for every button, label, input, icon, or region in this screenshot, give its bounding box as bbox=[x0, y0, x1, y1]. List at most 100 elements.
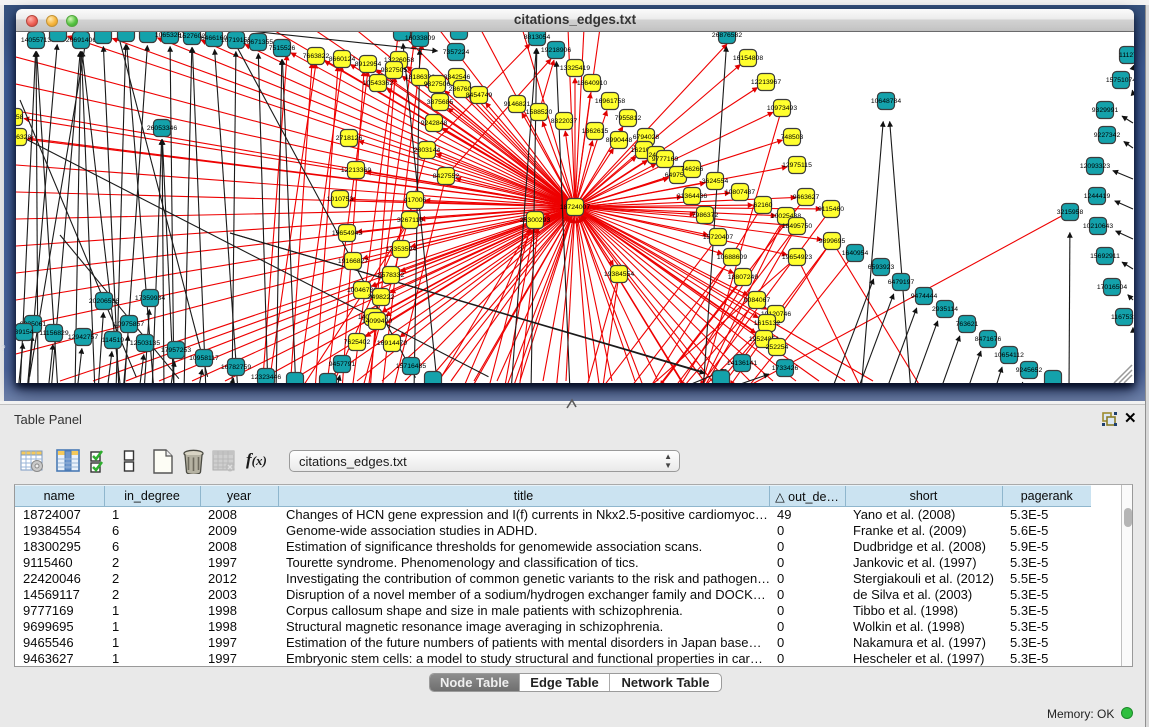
svg-text:12503135: 12503135 bbox=[130, 340, 160, 347]
svg-text:18640910: 18640910 bbox=[577, 80, 607, 87]
svg-text:18495750: 18495750 bbox=[782, 223, 812, 230]
svg-text:10648784: 10648784 bbox=[871, 98, 901, 105]
svg-text:746266: 746266 bbox=[681, 166, 704, 173]
svg-text:8427552: 8427552 bbox=[433, 173, 460, 180]
svg-text:9777169: 9777169 bbox=[652, 156, 679, 163]
svg-text:10543362: 10543362 bbox=[363, 80, 393, 87]
svg-text:9115460: 9115460 bbox=[818, 206, 844, 213]
svg-text:15720407: 15720407 bbox=[703, 234, 733, 241]
svg-text:10210643: 10210643 bbox=[1083, 223, 1113, 230]
svg-text:3624554: 3624554 bbox=[702, 178, 729, 185]
svg-text:252254: 252254 bbox=[766, 344, 789, 351]
svg-text:15716485: 15716485 bbox=[396, 363, 426, 370]
svg-text:12942757: 12942757 bbox=[68, 334, 98, 341]
svg-text:15751074: 15751074 bbox=[1106, 77, 1134, 84]
svg-text:14136141: 14136141 bbox=[727, 360, 757, 367]
svg-text:9146821: 9146821 bbox=[504, 101, 531, 108]
svg-text:16914479: 16914479 bbox=[377, 340, 407, 347]
svg-text:16058: 16058 bbox=[16, 114, 24, 121]
svg-text:1010753: 1010753 bbox=[327, 196, 354, 203]
svg-text:8454749: 8454749 bbox=[466, 92, 493, 99]
svg-text:12093323: 12093323 bbox=[1080, 163, 1110, 170]
svg-text:13353594: 13353594 bbox=[386, 246, 416, 253]
svg-text:26876582: 26876582 bbox=[712, 32, 742, 39]
svg-text:18807249: 18807249 bbox=[728, 274, 758, 281]
svg-text:9899695: 9899695 bbox=[819, 238, 846, 245]
svg-text:7357224: 7357224 bbox=[443, 49, 470, 56]
svg-text:9474444: 9474444 bbox=[911, 293, 938, 300]
svg-text:9327506: 9327506 bbox=[424, 81, 451, 88]
svg-text:17359934: 17359934 bbox=[135, 295, 165, 302]
svg-text:12323446: 12323446 bbox=[251, 374, 281, 381]
svg-text:16782759: 16782759 bbox=[221, 364, 251, 371]
svg-text:19166827: 19166827 bbox=[338, 258, 368, 265]
svg-text:7955812: 7955812 bbox=[615, 115, 642, 122]
svg-text:9457791: 9457791 bbox=[329, 361, 356, 368]
svg-text:16033809: 16033809 bbox=[405, 35, 435, 42]
svg-text:3267110: 3267110 bbox=[397, 217, 423, 224]
svg-text:10975857: 10975857 bbox=[114, 321, 144, 328]
svg-text:39154: 39154 bbox=[16, 329, 34, 336]
svg-text:6593923: 6593923 bbox=[868, 264, 895, 271]
svg-text:2803144: 2803144 bbox=[414, 147, 441, 154]
svg-text:19384554: 19384554 bbox=[604, 271, 634, 278]
svg-text:19654923: 19654923 bbox=[782, 254, 812, 261]
svg-text:1362615: 1362615 bbox=[582, 128, 609, 135]
svg-text:9329991: 9329991 bbox=[1092, 107, 1119, 114]
svg-text:17016504: 17016504 bbox=[1097, 284, 1127, 291]
svg-text:8990448: 8990448 bbox=[606, 137, 633, 144]
svg-text:1640954: 1640954 bbox=[842, 250, 869, 257]
svg-text:10958117: 10958117 bbox=[189, 355, 219, 362]
svg-text:8912954: 8912954 bbox=[355, 61, 382, 68]
svg-text:12213369: 12213369 bbox=[341, 167, 371, 174]
svg-text:13325419: 13325419 bbox=[560, 65, 590, 72]
svg-text:10973493: 10973493 bbox=[767, 105, 797, 112]
svg-text:1244419: 1244419 bbox=[1084, 193, 1111, 200]
svg-text:20691406: 20691406 bbox=[66, 37, 96, 44]
svg-text:8322037: 8322037 bbox=[551, 118, 578, 125]
svg-text:15692911: 15692911 bbox=[1090, 253, 1120, 260]
svg-text:763621: 763621 bbox=[956, 321, 979, 328]
svg-text:1167533: 1167533 bbox=[1111, 314, 1134, 321]
svg-text:748503: 748503 bbox=[781, 134, 804, 141]
svg-text:8186328: 8186328 bbox=[16, 134, 31, 141]
svg-text:12975115: 12975115 bbox=[782, 162, 812, 169]
svg-text:11127: 11127 bbox=[1119, 52, 1134, 59]
svg-text:3875685: 3875685 bbox=[427, 99, 454, 106]
svg-text:7663822: 7663822 bbox=[303, 53, 330, 60]
svg-text:6794028: 6794028 bbox=[633, 134, 660, 141]
svg-text:9084067: 9084067 bbox=[744, 297, 771, 304]
svg-text:12213967: 12213967 bbox=[751, 79, 781, 86]
svg-text:9463627: 9463627 bbox=[793, 194, 820, 201]
svg-text:417006: 417006 bbox=[404, 197, 427, 204]
svg-text:1733426: 1733426 bbox=[772, 365, 799, 372]
svg-text:19654943: 19654943 bbox=[332, 230, 362, 237]
svg-text:10807487: 10807487 bbox=[725, 189, 755, 196]
svg-text:8471676: 8471676 bbox=[975, 336, 1002, 343]
svg-text:17957253: 17957253 bbox=[161, 347, 191, 354]
svg-text:16154808: 16154808 bbox=[733, 55, 763, 62]
svg-text:7625402: 7625402 bbox=[344, 339, 371, 346]
svg-text:25300293: 25300293 bbox=[520, 217, 550, 224]
svg-text:20206536: 20206536 bbox=[89, 298, 119, 305]
svg-text:6479197: 6479197 bbox=[888, 279, 915, 286]
svg-text:9327505: 9327505 bbox=[381, 67, 408, 74]
svg-text:1615132: 1615132 bbox=[754, 320, 781, 327]
svg-text:3215958: 3215958 bbox=[1057, 209, 1084, 216]
svg-text:8660124: 8660124 bbox=[329, 56, 356, 63]
svg-text:1588520: 1588520 bbox=[526, 109, 553, 116]
svg-text:16961758: 16961758 bbox=[595, 98, 625, 105]
svg-text:8578332: 8578332 bbox=[378, 272, 405, 279]
svg-text:2718126: 2718126 bbox=[336, 135, 363, 142]
svg-text:26053346: 26053346 bbox=[147, 125, 177, 132]
svg-text:9227342: 9227342 bbox=[1094, 132, 1121, 139]
svg-text:62160: 62160 bbox=[754, 202, 773, 209]
svg-text:7515526: 7515526 bbox=[269, 45, 296, 52]
svg-text:14099490: 14099490 bbox=[362, 318, 392, 325]
svg-text:8813054: 8813054 bbox=[524, 34, 551, 41]
svg-text:2935114: 2935114 bbox=[932, 306, 958, 313]
svg-text:14055713: 14055713 bbox=[21, 37, 51, 44]
svg-text:3498222: 3498222 bbox=[368, 294, 395, 301]
svg-text:19218906: 19218906 bbox=[541, 47, 571, 54]
svg-text:7986372: 7986372 bbox=[692, 212, 719, 219]
